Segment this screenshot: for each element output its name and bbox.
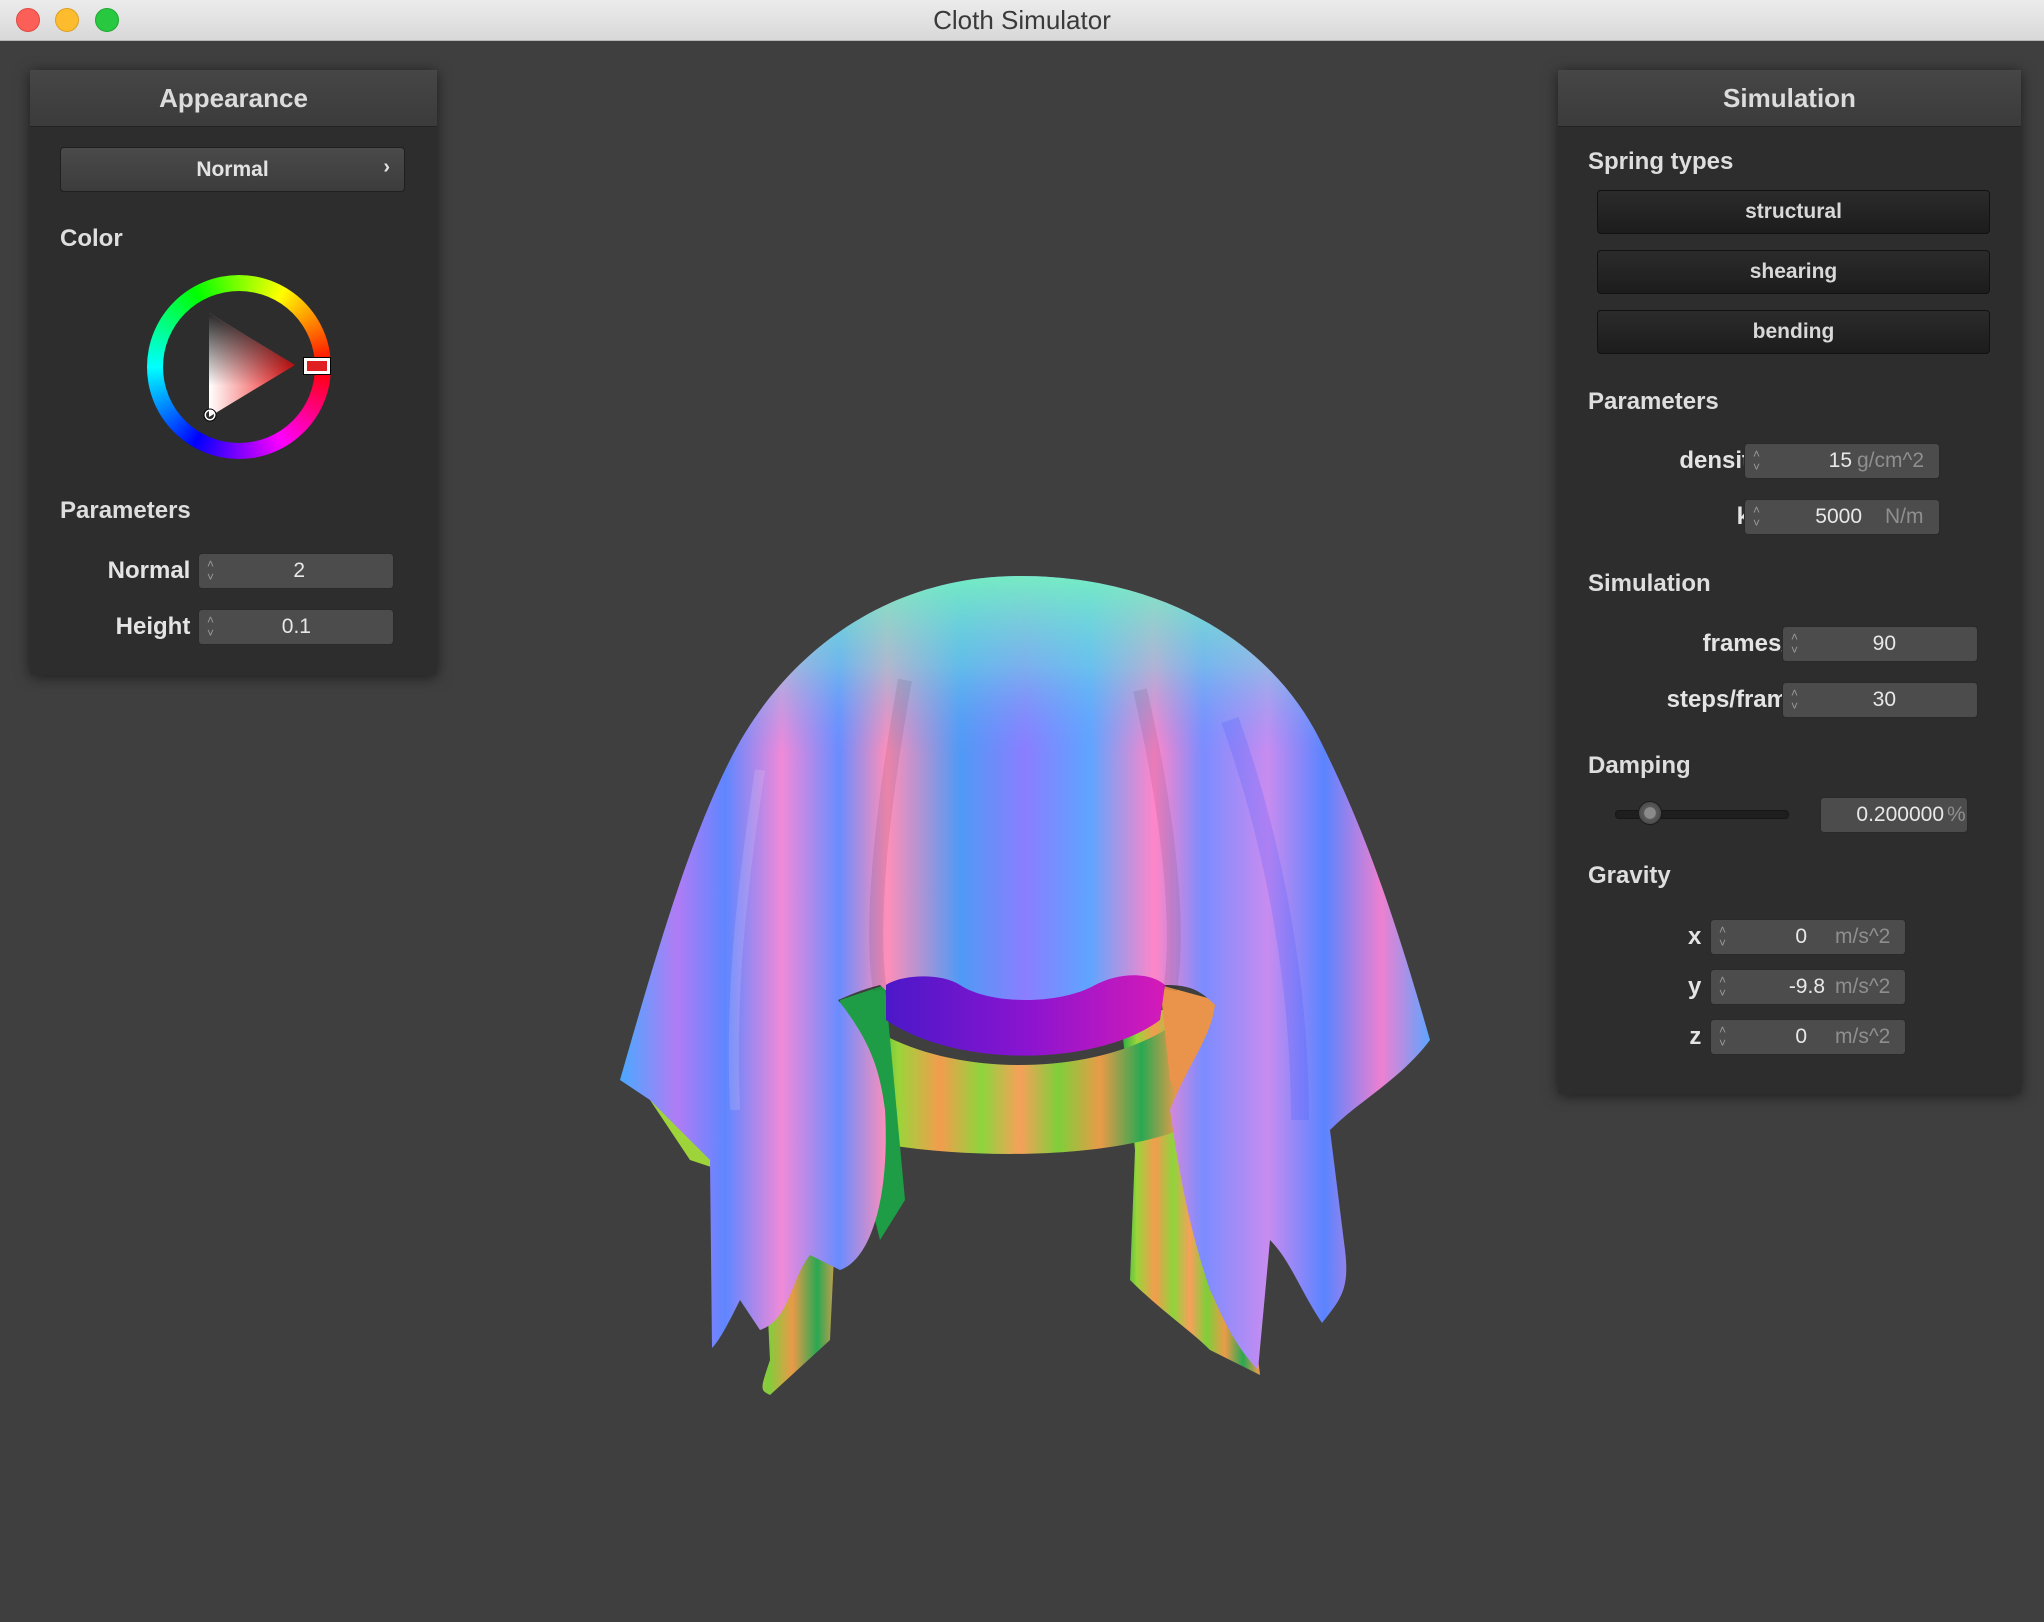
simulation-panel: Simulation Spring types structural shear…: [1558, 70, 2021, 1094]
damping-slider[interactable]: [1615, 801, 1789, 825]
density-input[interactable]: ˄ ˅ 15 g/cm^2: [1744, 443, 1940, 479]
shader-dropdown[interactable]: Normal ›: [60, 147, 405, 192]
spin-arrows-icon[interactable]: ˄ ˅: [1791, 631, 1803, 657]
gravity-x-label: x :: [1687, 923, 1716, 950]
frames-per-second-input[interactable]: ˄ ˅ 90: [1782, 626, 1978, 662]
gravity-y-input[interactable]: ˄ ˅ -9.8 m/s^2: [1710, 969, 1906, 1005]
shearing-button[interactable]: shearing: [1597, 250, 1990, 294]
window-title: Cloth Simulator: [933, 5, 1111, 35]
title-bar: Cloth Simulator: [0, 0, 2044, 41]
ks-input[interactable]: ˄ ˅ 5000 N/m: [1744, 499, 1940, 535]
spring-types-label: Spring types: [1588, 148, 1734, 175]
gravity-z-input[interactable]: ˄ ˅ 0 m/s^2: [1710, 1019, 1906, 1055]
appearance-panel: Appearance Normal › Color Parameters Nor…: [30, 70, 437, 675]
shader-dropdown-label: Normal: [196, 158, 269, 181]
structural-button[interactable]: structural: [1597, 190, 1990, 234]
appearance-parameters-label: Parameters: [60, 497, 191, 524]
normal-label: Normal :: [107, 557, 205, 584]
gravity-z-label: z :: [1689, 1023, 1716, 1050]
gravity-y-label: y :: [1687, 973, 1716, 1000]
height-input[interactable]: ˄ ˅ 0.1: [198, 609, 394, 645]
spin-arrows-icon[interactable]: ˄ ˅: [1753, 448, 1765, 474]
simulation-panel-title: Simulation: [1558, 70, 2021, 127]
chevron-right-icon: ›: [383, 156, 390, 178]
spin-arrows-icon[interactable]: ˄ ˅: [1719, 924, 1731, 950]
spin-arrows-icon[interactable]: ˄ ˅: [1719, 974, 1731, 1000]
spin-arrows-icon[interactable]: ˄ ˅: [1753, 504, 1765, 530]
height-label: Height :: [115, 613, 205, 640]
color-wheel[interactable]: [147, 275, 331, 459]
gravity-label: Gravity: [1588, 862, 1671, 889]
steps-per-frame-input[interactable]: ˄ ˅ 30: [1782, 682, 1978, 718]
simulation-section-label: Simulation: [1588, 570, 1711, 597]
spin-arrows-icon[interactable]: ˄ ˅: [207, 614, 219, 640]
hue-selector-handle[interactable]: [303, 357, 331, 375]
gravity-x-input[interactable]: ˄ ˅ 0 m/s^2: [1710, 919, 1906, 955]
damping-slider-handle[interactable]: [1638, 801, 1662, 825]
bending-button[interactable]: bending: [1597, 310, 1990, 354]
spin-arrows-icon[interactable]: ˄ ˅: [207, 558, 219, 584]
color-section-label: Color: [60, 225, 123, 252]
normal-input[interactable]: ˄ ˅ 2: [198, 553, 394, 589]
spin-arrows-icon[interactable]: ˄ ˅: [1719, 1024, 1731, 1050]
damping-input[interactable]: 0.200000 %: [1820, 797, 1968, 833]
appearance-panel-title: Appearance: [30, 70, 437, 127]
damping-label: Damping: [1588, 752, 1691, 779]
spin-arrows-icon[interactable]: ˄ ˅: [1791, 687, 1803, 713]
simulation-parameters-label: Parameters: [1588, 388, 1719, 415]
